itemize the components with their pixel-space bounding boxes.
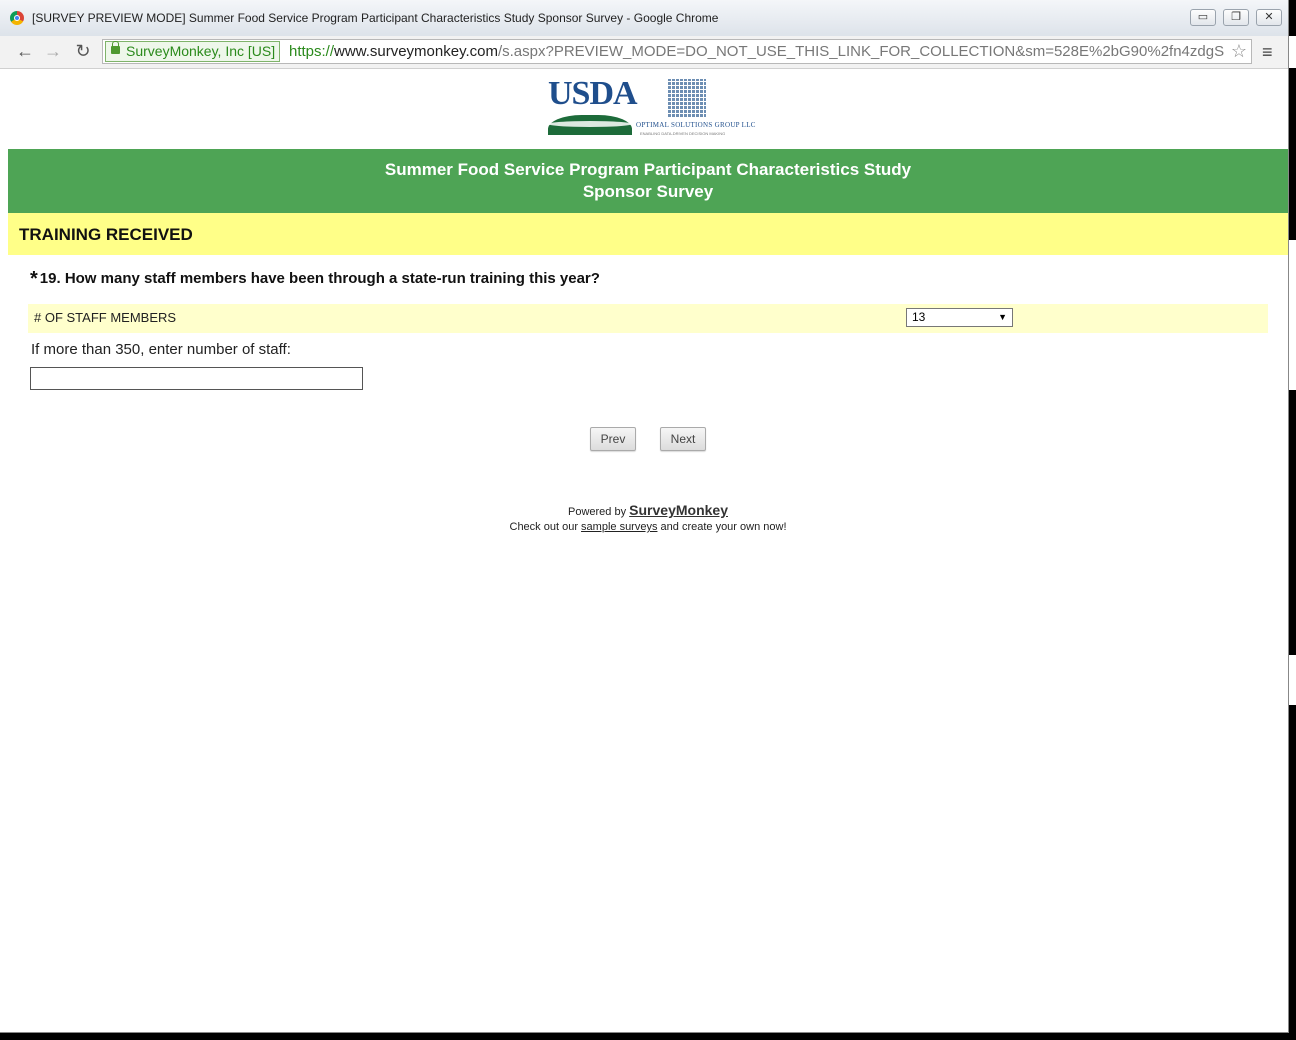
close-button[interactable]: ✕ [1256, 9, 1282, 26]
background-window-edge [1289, 36, 1296, 68]
url-path: /s.aspx?PREVIEW_MODE=DO_NOT_USE_THIS_LIN… [497, 43, 1225, 60]
sample-surveys-promo: Check out our sample surveys and create … [8, 521, 1288, 533]
browser-toolbar: ← → ↻ SurveyMonkey, Inc [US] https://www… [0, 36, 1288, 69]
url-text: https://www.surveymonkey.com/s.aspx?PREV… [289, 40, 1224, 63]
question-text: 19. How many staff members have been thr… [39, 270, 600, 287]
survey-subtitle: Sponsor Survey [582, 182, 714, 201]
optimal-solutions-logo: OPTIMAL SOLUTIONS GROUP LLC ENABLING DAT… [636, 79, 756, 136]
url-host: www.surveymonkey.com [334, 43, 498, 60]
question-title: * 19. How many staff members have been th… [30, 268, 600, 291]
window-title: [SURVEY PREVIEW MODE] Summer Food Servic… [32, 11, 719, 25]
back-icon[interactable]: ← [14, 41, 36, 62]
promo-suffix: and create your own now! [660, 521, 787, 533]
sample-surveys-link[interactable]: sample surveys [581, 521, 657, 533]
bookmark-star-icon[interactable]: ☆ [1231, 40, 1247, 63]
lock-icon [111, 41, 120, 54]
minimize-button[interactable]: ▭ [1190, 9, 1216, 26]
dropdown-arrow-icon: ▼ [998, 312, 1007, 322]
prev-button[interactable]: Prev [590, 427, 636, 451]
osg-logo-subtext: ENABLING DATA-DRIVEN DECISION MAKING [640, 131, 726, 136]
next-button[interactable]: Next [660, 427, 706, 451]
survey-title: Summer Food Service Program Participant … [384, 160, 912, 179]
osg-logo-text: OPTIMAL SOLUTIONS GROUP LLC [636, 121, 756, 129]
promo-prefix: Check out our [509, 521, 578, 533]
required-asterisk: * [30, 268, 38, 290]
usda-logo: USDA [548, 75, 638, 135]
background-window-edge [1289, 240, 1296, 390]
survey-title-banner: Summer Food Service Program Participant … [8, 149, 1288, 213]
surveymonkey-link[interactable]: SurveyMonkey [629, 502, 728, 518]
reload-icon[interactable]: ↻ [72, 41, 94, 62]
staff-count-select[interactable]: 13 ▼ [906, 308, 1013, 327]
logo-header: USDA OPTIMAL SOLUTIONS GROUP LLC ENABLIN… [8, 69, 1288, 149]
chrome-icon [10, 11, 24, 25]
survey-page: USDA OPTIMAL SOLUTIONS GROUP LLC ENABLIN… [8, 69, 1288, 1032]
browser-window: [SURVEY PREVIEW MODE] Summer Food Servic… [0, 0, 1289, 1033]
restore-button[interactable]: ❐ [1223, 9, 1249, 26]
usda-logo-text: USDA [548, 75, 638, 112]
powered-by: Powered by SurveyMonkey [8, 502, 1288, 518]
title-bar: [SURVEY PREVIEW MODE] Summer Food Servic… [0, 0, 1288, 36]
grid-logo-icon [668, 79, 706, 117]
select-value: 13 [912, 310, 926, 324]
forward-icon[interactable]: → [42, 41, 64, 62]
address-bar[interactable]: SurveyMonkey, Inc [US] https://www.surve… [102, 39, 1252, 64]
section-title: TRAINING RECEIVED [19, 225, 193, 244]
menu-icon[interactable]: ≡ [1262, 42, 1276, 63]
other-count-input[interactable] [30, 367, 363, 390]
other-count-label: If more than 350, enter number of staff: [31, 341, 291, 358]
answer-row: # OF STAFF MEMBERS 13 ▼ [28, 304, 1268, 333]
powered-by-label: Powered by [568, 506, 627, 518]
background-window-edge [1289, 655, 1296, 705]
url-scheme: https:// [289, 43, 335, 60]
usda-logo-stripe [548, 121, 632, 127]
row-label: # OF STAFF MEMBERS [34, 310, 177, 325]
ev-certificate-label: SurveyMonkey, Inc [US] [126, 43, 276, 59]
section-header: TRAINING RECEIVED [8, 213, 1288, 255]
ev-certificate-badge[interactable]: SurveyMonkey, Inc [US] [105, 41, 281, 62]
